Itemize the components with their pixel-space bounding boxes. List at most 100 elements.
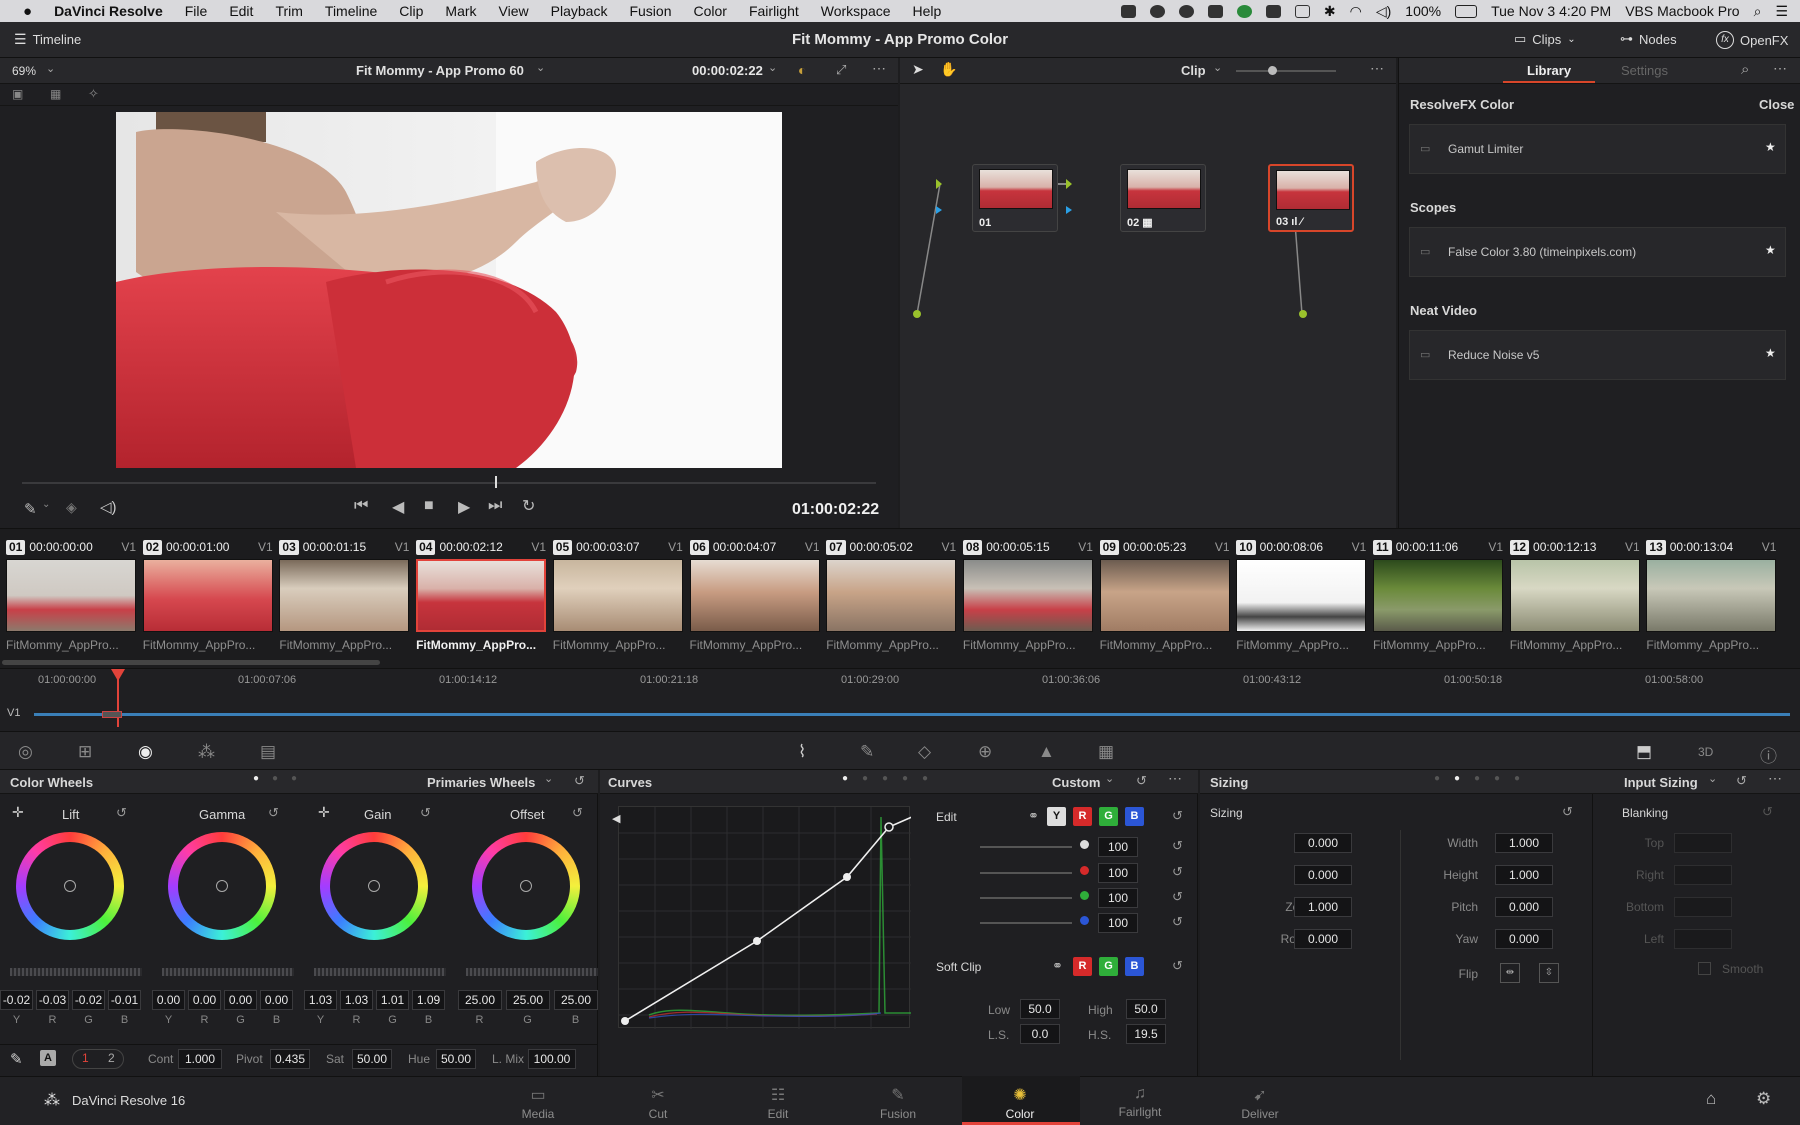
play-reverse-icon[interactable]: ◀ (392, 497, 404, 517)
app-menu[interactable]: DaVinci Resolve (43, 3, 174, 19)
gamma-y-value[interactable]: 0.00 (152, 990, 185, 1010)
slider-handle[interactable] (1080, 891, 1089, 900)
gamma-r-value[interactable]: 0.00 (188, 990, 221, 1010)
link-icon[interactable]: ⚭ (1028, 808, 1039, 824)
clip-thumbnail-10[interactable]: 10 00:00:08:06 V1 FitMommy_AppPro... (1236, 538, 1367, 652)
favorite-star-icon[interactable]: ★ (1765, 243, 1776, 257)
clip-thumbnail-04[interactable]: 04 00:00:02:12 V1 FitMommy_AppPro... (416, 538, 547, 652)
nodes-toggle-button[interactable]: ⊶ Nodes (1620, 31, 1677, 47)
chevron-down-icon[interactable]: ⌄ (544, 772, 553, 785)
viewer-timecode-top[interactable]: 00:00:02:22 (692, 63, 763, 78)
battery-percent[interactable]: 100% (1405, 3, 1441, 19)
auto-balance-icon[interactable]: A (40, 1050, 56, 1066)
skip-to-end-icon[interactable]: ⏭ (488, 497, 502, 515)
clip-thumbnail-09[interactable]: 09 00:00:05:23 V1 FitMommy_AppPro... (1099, 538, 1230, 652)
r-intensity-value[interactable]: 100 (1098, 863, 1138, 883)
openfx-toggle-button[interactable]: fx OpenFX (1716, 31, 1788, 49)
clips-toggle-button[interactable]: ▭ Clips ⌄ (1514, 31, 1576, 47)
gamma-g-value[interactable]: 0.00 (224, 990, 257, 1010)
video-track-bar[interactable] (34, 713, 1790, 716)
fx-item-reduce-noise[interactable]: ▭ Reduce Noise v5 ★ (1409, 330, 1786, 380)
pan-value[interactable]: 0.000 (1294, 833, 1352, 853)
rotate-value[interactable]: 0.000 (1294, 929, 1352, 949)
spotlight-search-icon[interactable]: ⌕ (1754, 3, 1762, 20)
gain-r-value[interactable]: 1.03 (340, 990, 373, 1010)
3d-icon[interactable]: 3D (1698, 745, 1713, 759)
blanking-bottom-field[interactable] (1674, 897, 1732, 917)
tab-settings[interactable]: Settings (1621, 63, 1668, 78)
key-icon[interactable]: ▦ (1098, 742, 1114, 762)
sizing-icon[interactable]: ⬒ (1636, 742, 1652, 762)
search-icon[interactable]: ⌕ (1741, 61, 1749, 78)
layers-icon[interactable]: ◈ (66, 499, 77, 516)
yaw-value[interactable]: 0.000 (1495, 929, 1553, 949)
page-dot[interactable]: ● (922, 773, 928, 784)
skip-to-start-icon[interactable]: ⏮ (354, 497, 368, 515)
highlight-icon[interactable]: ◐ (798, 62, 806, 78)
more-options-icon[interactable]: ⋯ (1773, 60, 1787, 77)
node-mode-select[interactable]: Clip (1181, 63, 1206, 78)
page-1-button[interactable]: 1 (82, 1051, 89, 1065)
gain-y-value[interactable]: 1.03 (304, 990, 337, 1010)
clip-strip-scrollbar[interactable] (2, 660, 380, 665)
play-icon[interactable]: ▶ (458, 497, 470, 517)
reset-icon[interactable]: ↺ (1172, 914, 1183, 930)
clip-thumbnail-02[interactable]: 02 00:00:01:00 V1 FitMommy_AppPro... (142, 538, 273, 652)
reset-icon[interactable]: ↺ (116, 805, 127, 821)
reset-icon[interactable]: ↺ (268, 805, 279, 821)
window-icon[interactable]: ◇ (918, 742, 931, 762)
g-intensity-value[interactable]: 100 (1098, 888, 1138, 908)
chevron-down-icon[interactable]: ⌄ (1708, 772, 1717, 785)
slider-handle[interactable] (1080, 840, 1089, 849)
lift-g-value[interactable]: -0.02 (72, 990, 105, 1010)
nav-media[interactable]: ▭ Media (498, 1085, 578, 1121)
width-value[interactable]: 1.000 (1495, 833, 1553, 853)
loop-icon[interactable]: ↻ (522, 496, 535, 516)
favorite-star-icon[interactable]: ★ (1765, 346, 1776, 360)
volume-icon[interactable]: ◁) (1376, 3, 1391, 20)
low-value[interactable]: 50.0 (1020, 999, 1060, 1019)
menu-timeline[interactable]: Timeline (314, 3, 388, 19)
camera-status-icon[interactable] (1120, 4, 1136, 18)
page-dot[interactable]: ● (862, 773, 868, 784)
machine-name[interactable]: VBS Macbook Pro (1625, 3, 1739, 19)
battery-icon[interactable] (1455, 4, 1478, 18)
cloud-status-icon[interactable] (1178, 4, 1194, 18)
reset-icon[interactable]: ↺ (1762, 804, 1773, 820)
channel-b-button[interactable]: B (1125, 807, 1144, 826)
flip-vertical-icon[interactable]: ⇳ (1539, 963, 1559, 983)
gain-wheel[interactable] (320, 832, 428, 940)
vpn-status-icon[interactable] (1149, 4, 1165, 18)
chevron-down-icon[interactable]: ⌄ (1105, 772, 1114, 785)
zoom-select[interactable]: 69% (12, 64, 36, 78)
more-options-icon[interactable]: ⋯ (872, 60, 886, 77)
y-intensity-value[interactable]: 100 (1098, 837, 1138, 857)
wheels-mode-select[interactable]: Primaries Wheels (427, 775, 535, 790)
eyedropper-icon[interactable]: ✎ (24, 500, 37, 518)
page-dot-active[interactable]: ● (1454, 773, 1460, 784)
reset-icon[interactable]: ↺ (1172, 808, 1183, 824)
channel-g-button[interactable]: G (1099, 807, 1118, 826)
clip-thumbnail-12[interactable]: 12 00:00:12:13 V1 FitMommy_AppPro... (1509, 538, 1640, 652)
page-dot-active[interactable]: ● (253, 773, 259, 784)
wheel-handle[interactable] (368, 880, 380, 892)
scrubber-playhead[interactable] (495, 476, 497, 488)
contrast-value[interactable]: 1.000 (178, 1049, 222, 1069)
reset-icon[interactable]: ↺ (1172, 864, 1183, 880)
ls-value[interactable]: 0.0 (1020, 1024, 1060, 1044)
gamma-wheel[interactable] (168, 832, 276, 940)
chevron-down-icon[interactable]: ⌄ (1213, 61, 1222, 74)
hand-tool-icon[interactable]: ✋ (940, 61, 957, 78)
menu-workspace[interactable]: Workspace (810, 3, 902, 19)
video-frame[interactable] (116, 112, 782, 468)
lift-wheel[interactable] (16, 832, 124, 940)
clip-thumbnail-06[interactable]: 06 00:00:04:07 V1 FitMommy_AppPro... (689, 538, 820, 652)
reset-icon[interactable]: ↺ (574, 773, 585, 789)
more-options-icon[interactable]: ⋯ (1370, 60, 1384, 77)
offset-g-value[interactable]: 25.00 (506, 990, 550, 1010)
blanking-right-field[interactable] (1674, 865, 1732, 885)
color-node-01[interactable]: 01 (972, 164, 1058, 232)
lift-y-value[interactable]: -0.02 (0, 990, 33, 1010)
menu-playback[interactable]: Playback (540, 3, 619, 19)
camera-raw-icon[interactable]: ◎ (18, 742, 33, 762)
